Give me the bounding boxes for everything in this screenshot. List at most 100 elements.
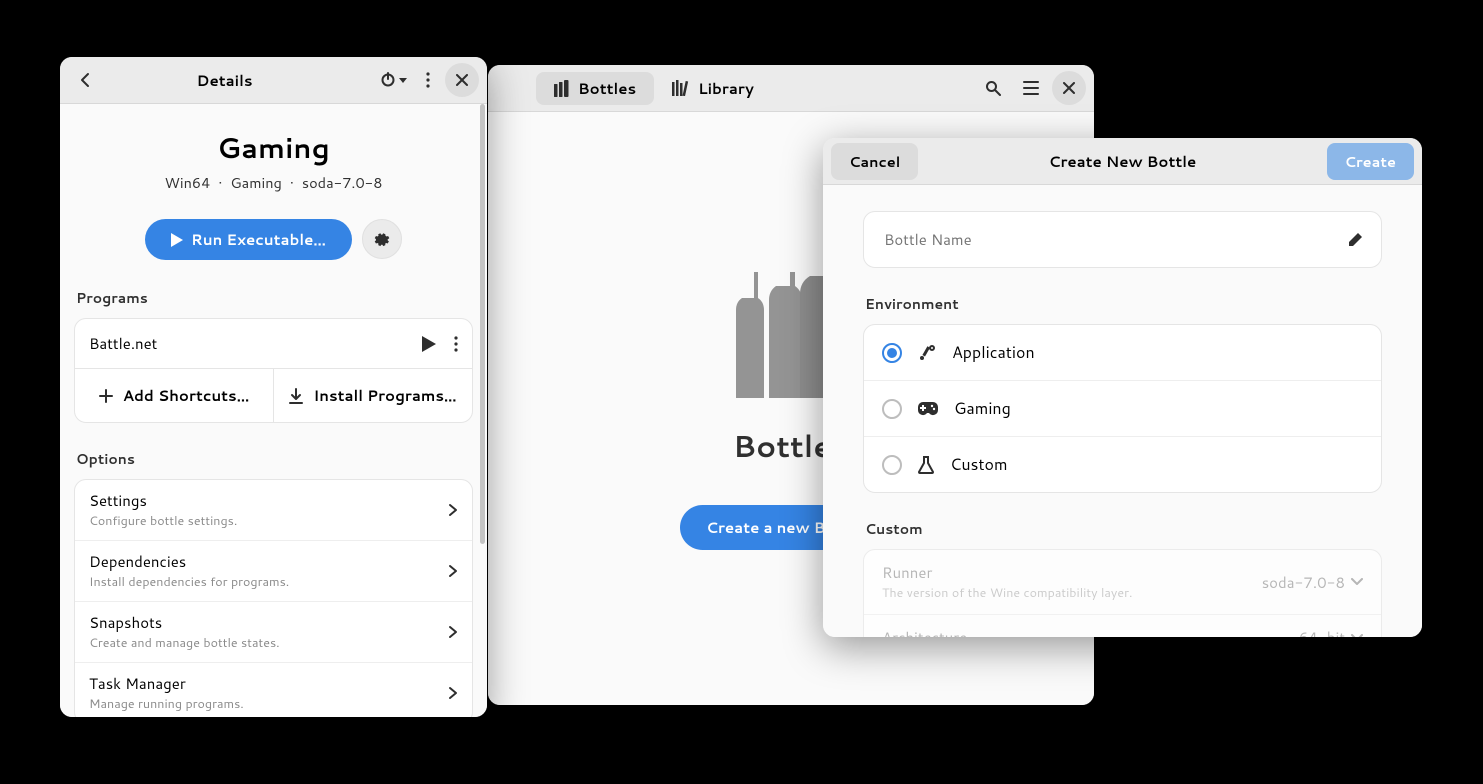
programs-section-label: Programs — [76, 288, 471, 308]
kebab-icon — [426, 72, 430, 88]
details-close-button[interactable] — [445, 63, 479, 97]
bottle-name-input[interactable] — [882, 228, 1347, 251]
power-menu-button[interactable] — [377, 63, 411, 97]
chevron-right-icon — [448, 503, 458, 517]
option-task-manager[interactable]: Task Manager Manage running programs. — [75, 662, 472, 717]
radio-application[interactable] — [882, 343, 902, 363]
runner-title: Runner — [882, 562, 1132, 583]
details-body: Gaming Win64 · Gaming · soda-7.0-8 Run E… — [60, 104, 487, 717]
runner-subtitle: The version of the Wine compatibility la… — [882, 584, 1132, 602]
close-icon — [1063, 82, 1075, 94]
runner-row[interactable]: Runner The version of the Wine compatibi… — [864, 550, 1381, 614]
search-icon — [985, 80, 1001, 96]
option-subtitle: Create and manage bottle states. — [89, 634, 280, 652]
tab-library-label: Library — [698, 78, 754, 99]
chevron-right-icon — [448, 564, 458, 578]
environment-card: Application Gaming Custom — [863, 324, 1382, 493]
application-icon — [918, 344, 936, 362]
create-body: Environment Application Gaming — [823, 185, 1422, 637]
option-title: Task Manager — [89, 673, 244, 694]
env-label: Gaming — [954, 397, 1011, 420]
install-programs-label: Install Programs… — [313, 385, 456, 406]
chevron-down-icon — [1351, 634, 1363, 638]
tab-bottles[interactable]: Bottles — [536, 72, 654, 105]
create-button[interactable]: Create — [1327, 143, 1414, 180]
kebab-icon[interactable] — [454, 336, 458, 352]
arch-value: 64-bit — [1299, 627, 1345, 637]
create-bottle-dialog: Cancel Create New Bottle Create Environm… — [823, 138, 1422, 637]
edit-icon — [1347, 232, 1363, 248]
bottle-meta: Win64 · Gaming · soda-7.0-8 — [74, 172, 473, 193]
env-label: Application — [952, 341, 1035, 364]
cancel-button[interactable]: Cancel — [831, 143, 918, 180]
menu-button[interactable] — [1014, 71, 1048, 105]
option-title: Settings — [89, 490, 237, 511]
program-name: Battle.net — [89, 333, 157, 354]
chevron-right-icon — [448, 625, 458, 639]
radio-custom[interactable] — [882, 455, 902, 475]
download-icon — [289, 388, 303, 404]
env-application[interactable]: Application — [864, 325, 1381, 380]
option-dependencies[interactable]: Dependencies Install dependencies for pr… — [75, 540, 472, 601]
scrollbar-thumb[interactable] — [480, 104, 485, 544]
tab-library[interactable]: Library — [654, 72, 772, 105]
create-dialog-title: Create New Bottle — [918, 151, 1326, 172]
search-button[interactable] — [976, 71, 1010, 105]
run-executable-label: Run Executable… — [191, 229, 326, 250]
details-header-title: Details — [72, 70, 377, 91]
option-settings[interactable]: Settings Configure bottle settings. — [75, 480, 472, 540]
meta-category: Gaming — [230, 172, 281, 193]
bottle-name: Gaming — [74, 128, 473, 168]
close-button[interactable] — [1052, 71, 1086, 105]
option-snapshots[interactable]: Snapshots Create and manage bottle state… — [75, 601, 472, 662]
add-shortcuts-button[interactable]: Add Shortcuts… — [75, 369, 273, 422]
custom-label: Custom — [865, 519, 1380, 539]
run-executable-button[interactable]: Run Executable… — [145, 219, 352, 260]
plus-icon — [99, 389, 113, 403]
scrollbar[interactable] — [479, 104, 487, 717]
gear-icon — [373, 230, 391, 248]
create-header: Cancel Create New Bottle Create — [823, 138, 1422, 185]
meta-runner: soda-7.0-8 — [302, 172, 383, 193]
meta-arch: Win64 — [165, 172, 211, 193]
runner-value: soda-7.0-8 — [1262, 572, 1345, 593]
env-custom[interactable]: Custom — [864, 436, 1381, 492]
library-icon — [672, 80, 690, 96]
option-subtitle: Install dependencies for programs. — [89, 573, 289, 591]
power-icon — [380, 72, 408, 88]
details-window: Details Gaming Win64 · Gaming · soda-7.0… — [60, 57, 487, 717]
close-icon — [456, 74, 468, 86]
custom-card: Runner The version of the Wine compatibi… — [863, 549, 1382, 637]
chevron-right-icon — [448, 686, 458, 700]
tab-group: Bottles Library — [536, 72, 772, 105]
environment-label: Environment — [865, 294, 1380, 314]
flask-icon — [918, 456, 934, 474]
play-icon — [171, 233, 183, 247]
gamepad-icon — [918, 402, 938, 416]
bottle-name-field[interactable] — [863, 211, 1382, 268]
install-programs-button[interactable]: Install Programs… — [273, 369, 472, 422]
option-subtitle: Configure bottle settings. — [89, 512, 237, 530]
add-shortcuts-label: Add Shortcuts… — [123, 385, 250, 406]
program-row[interactable]: Battle.net — [75, 319, 472, 368]
chevron-down-icon — [1351, 578, 1363, 586]
bottle-settings-button[interactable] — [362, 219, 402, 259]
option-title: Snapshots — [89, 612, 280, 633]
env-gaming[interactable]: Gaming — [864, 380, 1381, 436]
radio-gaming[interactable] — [882, 399, 902, 419]
options-card: Settings Configure bottle settings. Depe… — [74, 479, 473, 717]
main-header: Bottles Library — [488, 65, 1094, 112]
tab-bottles-label: Bottles — [578, 78, 636, 99]
play-icon[interactable] — [422, 336, 436, 352]
bottles-icon — [554, 79, 570, 97]
details-header: Details — [60, 57, 487, 104]
kebab-button[interactable] — [411, 63, 445, 97]
option-title: Dependencies — [89, 551, 289, 572]
programs-card: Battle.net Add Shortcuts… — [74, 318, 473, 423]
env-label: Custom — [950, 453, 1008, 476]
options-section-label: Options — [76, 449, 471, 469]
arch-title: Architecture — [882, 627, 967, 637]
option-subtitle: Manage running programs. — [89, 695, 244, 713]
hamburger-icon — [1023, 81, 1039, 95]
architecture-row[interactable]: Architecture 64-bit — [864, 614, 1381, 637]
